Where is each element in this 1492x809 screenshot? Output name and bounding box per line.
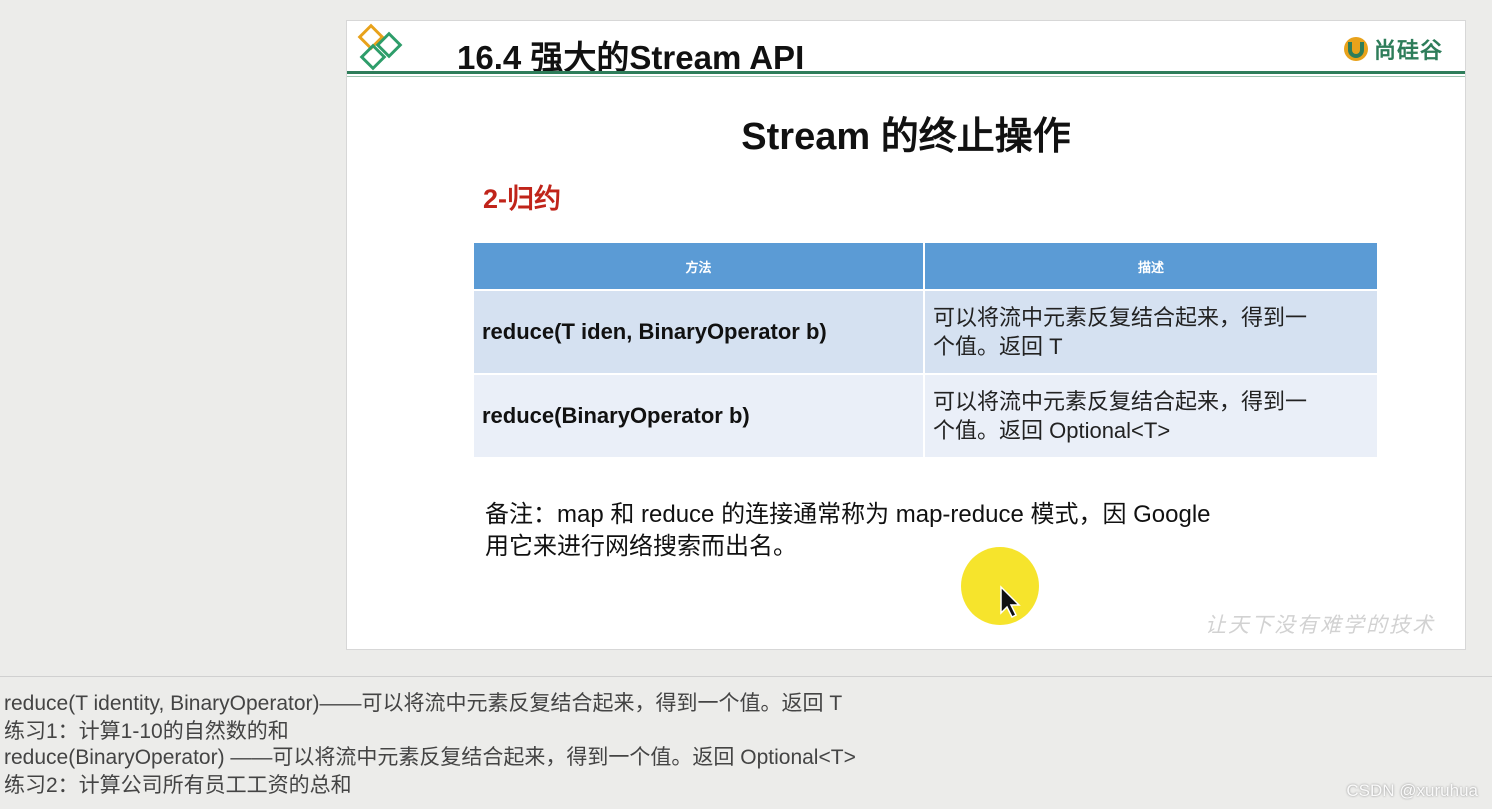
caption-line: reduce(BinaryOperator) ——可以将流中元素反复结合起来，得… <box>4 746 856 769</box>
slide-header: 16.4 强大的Stream API 尚硅谷 <box>347 21 1465 77</box>
description-cell: 可以将流中元素反复结合起来，得到一 个值。返回 Optional<T> <box>924 373 1377 457</box>
brand-logo: 尚硅谷 <box>1342 33 1443 65</box>
caption-area: reduce(T identity, BinaryOperator)——可以将流… <box>0 676 1492 809</box>
csdn-watermark: CSDN @xuruhua <box>1346 781 1478 800</box>
table-header-row: 方法 描述 <box>474 243 1377 290</box>
column-header-method: 方法 <box>474 243 925 290</box>
section-title: Stream 的终止操作 <box>741 116 1071 158</box>
subheading: 2-归约 <box>483 184 562 214</box>
description-line: 个值。返回 T <box>933 334 1063 359</box>
methods-table: 方法 描述 reduce(T iden, BinaryOperator b) 可… <box>474 243 1377 457</box>
slogan: 让天下没有难学的技术 <box>1205 613 1435 637</box>
caption-line: 练习2：计算公司所有员工工资的总和 <box>4 774 352 797</box>
note-line: 用它来进行网络搜索而出名。 <box>485 533 797 560</box>
note-line: 备注：map 和 reduce 的连接通常称为 map-reduce 模式，因 … <box>485 501 1211 528</box>
description-cell: 可以将流中元素反复结合起来，得到一 个值。返回 T <box>924 289 1377 374</box>
caption-line: reduce(T identity, BinaryOperator)——可以将流… <box>4 692 843 715</box>
method-cell: reduce(BinaryOperator b) <box>474 373 925 457</box>
note: 备注：map 和 reduce 的连接通常称为 map-reduce 模式，因 … <box>485 499 1355 563</box>
table-row: reduce(T iden, BinaryOperator b) 可以将流中元素… <box>474 289 1377 374</box>
slide: 16.4 强大的Stream API 尚硅谷 Stream 的终止操作 2-归约… <box>346 20 1466 650</box>
brand-logo-icon <box>1343 37 1368 61</box>
header-divider-thin <box>347 76 1465 77</box>
header-divider <box>347 71 1465 74</box>
description-line: 个值。返回 Optional<T> <box>933 418 1171 443</box>
diamond-logo-icon <box>357 23 403 71</box>
description-line: 可以将流中元素反复结合起来，得到一 <box>933 389 1308 414</box>
description-line: 可以将流中元素反复结合起来，得到一 <box>933 305 1308 330</box>
table-row: reduce(BinaryOperator b) 可以将流中元素反复结合起来，得… <box>474 373 1377 457</box>
mouse-pointer-icon <box>1000 585 1021 619</box>
brand-name: 尚硅谷 <box>1373 38 1443 63</box>
column-header-description: 描述 <box>924 243 1377 290</box>
method-cell: reduce(T iden, BinaryOperator b) <box>474 289 925 374</box>
